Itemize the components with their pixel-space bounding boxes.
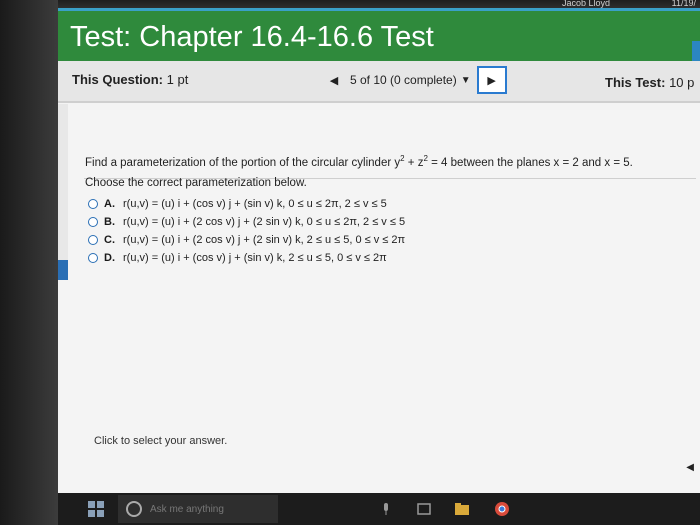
radio-button-c[interactable] [88,235,98,245]
radio-button-d[interactable] [88,253,98,263]
this-test-value: 10 p [669,75,695,90]
this-question-label: This Question: [72,72,163,87]
radio-button-a[interactable] [88,199,98,209]
caret-down-icon: ▼ [460,74,471,86]
question-instruction: Choose the correct parameterization belo… [85,177,307,189]
question-status: 5 of 10 (0 complete) [350,73,457,87]
search-icon [126,501,142,517]
chrome-icon[interactable] [494,501,510,517]
answer-hint: Click to select your answer. [94,435,228,447]
arrow-left-icon: ◀ [329,74,339,87]
task-view-icon[interactable] [416,501,432,517]
os-taskbar: Ask me anything [58,493,700,525]
question-select-dropdown[interactable]: 5 of 10 (0 complete) ▼ [344,69,477,91]
arrow-right-icon: ▶ [487,74,496,87]
top-date: 11/19/ [671,0,696,8]
this-question-value: 1 pt [166,72,189,87]
answer-option-c[interactable]: C. r(u,v) = (u) i + (2 cos v) j + (2 sin… [88,234,405,246]
question-navigator: ◀ 5 of 10 (0 complete) ▼ ▶ [324,66,507,94]
title-bar: Test: Chapter 16.4-16.6 Test [58,8,700,65]
scroll-left-arrow-icon[interactable]: ◀ [686,462,694,473]
page-title: Test: Chapter 16.4-16.6 Test [70,21,434,53]
option-letter: A. [104,198,115,210]
this-question-info: This Question: 1 pt [72,72,188,87]
search-placeholder: Ask me anything [150,503,224,515]
option-text: r(u,v) = (u) i + (cos v) j + (sin v) k, … [123,198,387,210]
previous-question-button[interactable]: ◀ [324,69,344,91]
option-text: r(u,v) = (u) i + (2 cos v) j + (2 sin v)… [123,216,406,228]
question-prompt: Find a parameterization of the portion o… [85,154,633,169]
browser-screen: Test: Chapter 16.4-16.6 Test This Questi… [58,8,700,493]
taskbar-search[interactable]: Ask me anything [118,495,278,523]
this-test-label: This Test: [605,75,666,90]
answer-option-d[interactable]: D. r(u,v) = (u) i + (cos v) j + (sin v) … [88,252,387,264]
this-test-info: This Test: 10 p [605,75,694,90]
radio-button-b[interactable] [88,217,98,227]
option-letter: C. [104,234,115,246]
left-panel-strip [58,104,68,274]
file-explorer-icon[interactable] [454,501,470,517]
top-user-name: Jacob Lloyd [561,0,610,8]
laptop-bezel-left [0,0,58,525]
option-text: r(u,v) = (u) i + (2 cos v) j + (2 sin v)… [123,234,406,246]
option-text: r(u,v) = (u) i + (cos v) j + (sin v) k, … [123,252,387,264]
question-info-bar: This Question: 1 pt ◀ 5 of 10 (0 complet… [58,61,700,103]
option-letter: B. [104,216,115,228]
answer-option-a[interactable]: A. r(u,v) = (u) i + (cos v) j + (sin v) … [88,198,387,210]
next-question-button[interactable]: ▶ [476,66,507,94]
microphone-icon[interactable] [378,501,394,517]
windows-start-icon[interactable] [88,501,104,517]
question-marker [58,260,68,280]
answer-option-b[interactable]: B. r(u,v) = (u) i + (2 cos v) j + (2 sin… [88,216,405,228]
option-letter: D. [104,252,115,264]
